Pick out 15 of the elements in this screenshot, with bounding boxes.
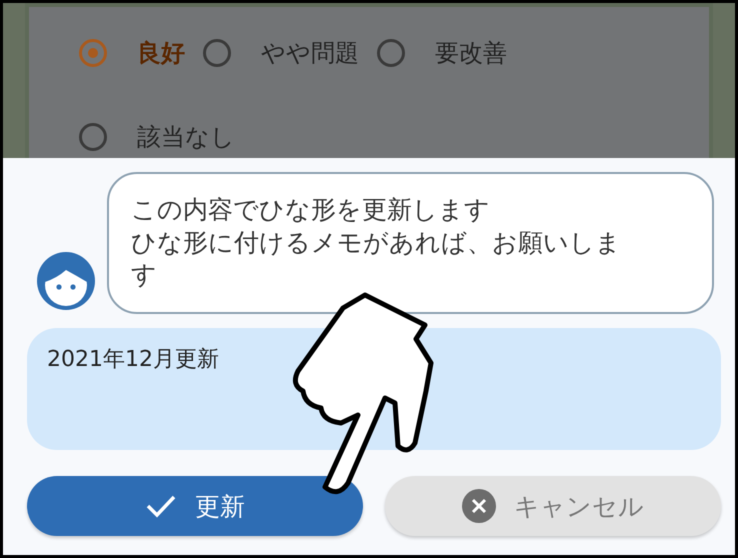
radio-button[interactable] (79, 123, 107, 151)
option-label: 良好 (137, 38, 185, 69)
close-icon (462, 489, 496, 523)
radio-button[interactable] (79, 39, 107, 67)
check-icon (145, 494, 177, 518)
radio-button[interactable] (203, 39, 231, 67)
avatar-icon (37, 252, 95, 310)
option-label: 該当なし (137, 122, 235, 153)
message-text: この内容でひな形を更新します (131, 194, 490, 226)
update-button[interactable]: 更新 (27, 476, 363, 536)
radio-button[interactable] (377, 39, 405, 67)
message-text: ひな形に付けるメモがあれば、お願いします (131, 226, 622, 291)
cancel-button[interactable]: キャンセル (385, 476, 721, 536)
option-label: やや問題 (261, 38, 359, 69)
option-label: 要改善 (435, 38, 507, 69)
